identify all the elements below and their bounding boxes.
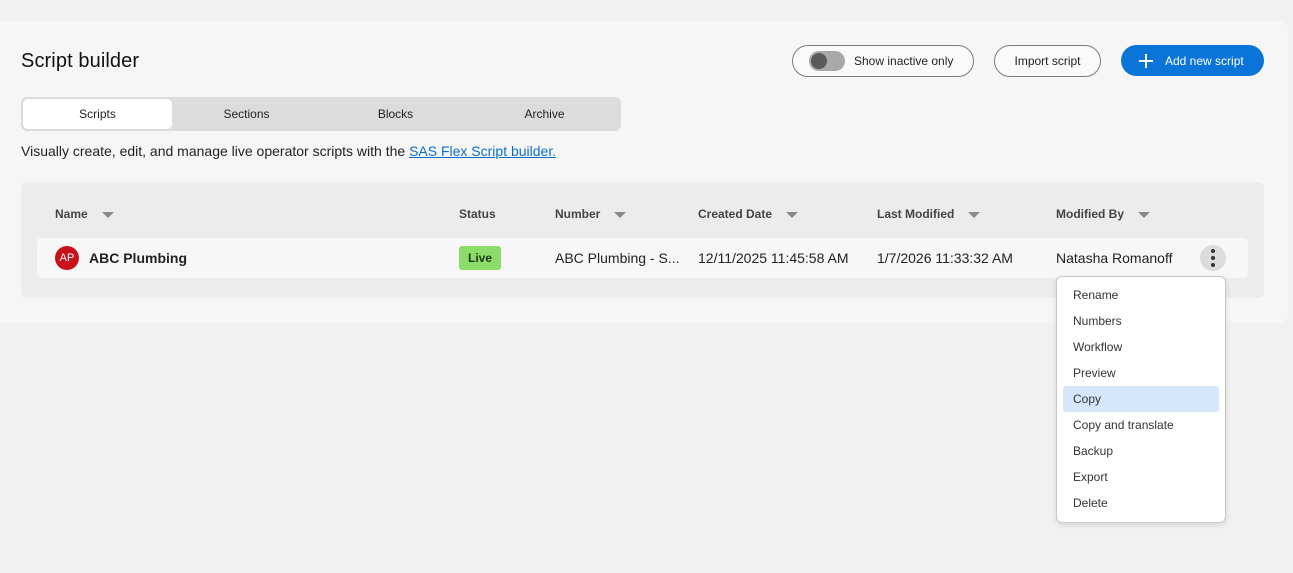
tab-scripts[interactable]: Scripts [23, 99, 172, 129]
column-header-label: Number [555, 207, 601, 221]
menu-item-rename[interactable]: Rename [1063, 282, 1219, 308]
column-header-last-modified: Last Modified [877, 207, 981, 221]
modified-by: Natasha Romanoff [1056, 250, 1173, 266]
avatar: AP [55, 246, 79, 270]
menu-item-export[interactable]: Export [1063, 464, 1219, 490]
sort-down-icon[interactable] [786, 212, 799, 218]
tab-sections[interactable]: Sections [172, 99, 321, 129]
column-header-label: Created Date [698, 207, 773, 221]
menu-item-delete[interactable]: Delete [1063, 490, 1219, 516]
page-title: Script builder [21, 50, 140, 72]
column-header-label: Last Modified [877, 207, 955, 221]
menu-item-workflow[interactable]: Workflow [1063, 334, 1219, 360]
status-badge: Live [459, 246, 501, 270]
column-header-created-date: Created Date [698, 207, 799, 221]
context-menu: Rename Numbers Workflow Preview Copy Cop… [1056, 276, 1226, 523]
toggle-switch[interactable] [809, 51, 845, 71]
page-description: Visually create, edit, and manage live o… [21, 143, 556, 159]
column-header-modified-by: Modified By [1056, 207, 1150, 221]
plus-icon [1139, 53, 1153, 68]
tab-bar: Scripts Sections Blocks Archive [21, 97, 621, 131]
script-number: ABC Plumbing - S... [555, 250, 680, 266]
sort-down-icon[interactable] [968, 212, 981, 218]
description-text: Visually create, edit, and manage live o… [21, 143, 410, 159]
menu-item-numbers[interactable]: Numbers [1063, 308, 1219, 334]
column-header-label: Name [55, 207, 88, 221]
column-header-label: Status [459, 207, 496, 221]
column-header-status: Status [459, 207, 496, 221]
last-modified: 1/7/2026 11:33:32 AM [877, 250, 1013, 266]
script-name[interactable]: ABC Plumbing [89, 250, 187, 266]
menu-item-copy-and-translate[interactable]: Copy and translate [1063, 412, 1219, 438]
sort-down-icon[interactable] [1138, 212, 1150, 218]
column-header-name: Name [55, 207, 114, 221]
menu-item-preview[interactable]: Preview [1063, 360, 1219, 386]
created-date: 12/11/2025 11:45:58 AM [698, 250, 849, 266]
menu-item-backup[interactable]: Backup [1063, 438, 1219, 464]
add-new-script-button[interactable]: Add new script [1121, 45, 1264, 76]
toggle-knob [811, 53, 827, 69]
sort-down-icon[interactable] [614, 212, 627, 218]
import-script-button[interactable]: Import script [994, 45, 1101, 77]
more-options-icon[interactable] [1200, 245, 1226, 271]
sort-down-icon[interactable] [101, 212, 114, 218]
toggle-label: Show inactive only [854, 54, 954, 68]
tab-archive[interactable]: Archive [470, 99, 619, 129]
show-inactive-toggle[interactable]: Show inactive only [792, 45, 974, 77]
tab-blocks[interactable]: Blocks [321, 99, 470, 129]
column-header-label: Modified By [1056, 207, 1124, 221]
menu-item-copy[interactable]: Copy [1063, 386, 1219, 412]
script-builder-link[interactable]: SAS Flex Script builder. [409, 143, 556, 159]
column-header-number: Number [555, 207, 627, 221]
add-new-script-label: Add new script [1165, 53, 1244, 68]
